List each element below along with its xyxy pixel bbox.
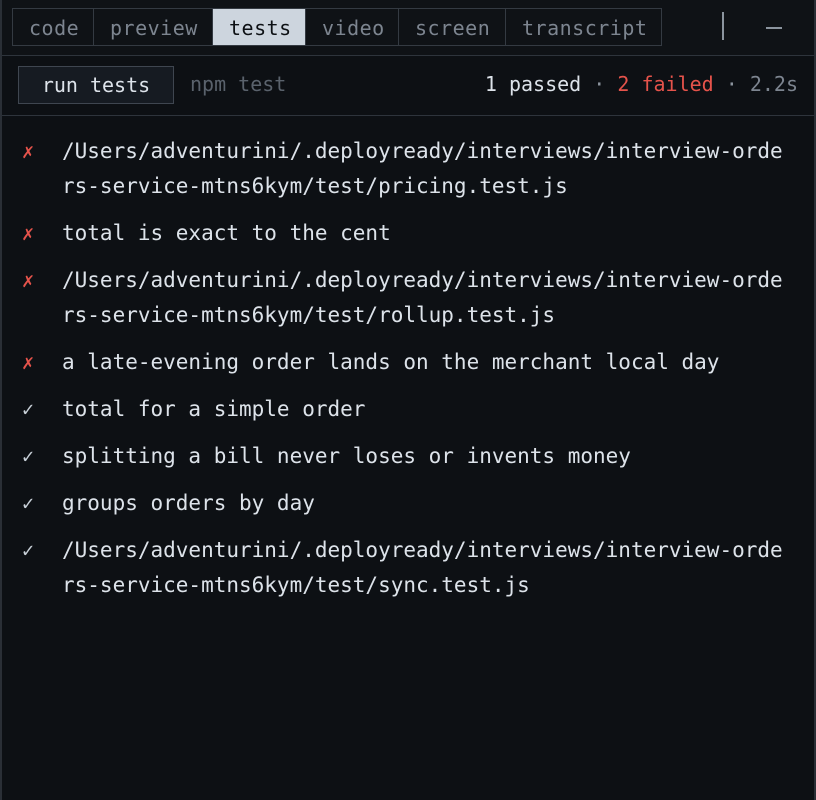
test-duration: 2.2s (749, 72, 798, 96)
tab-preview[interactable]: preview (94, 9, 213, 45)
tab-screen[interactable]: screen (399, 9, 506, 45)
pass-icon: ✓ (22, 538, 35, 562)
divider-icon (722, 12, 724, 40)
tab-group: code preview tests video screen transcri… (12, 8, 662, 46)
test-result-row: ✓ /Users/adventurini/.deployready/interv… (2, 527, 814, 609)
tab-transcript[interactable]: transcript (506, 9, 661, 45)
test-result-row: ✓ splitting a bill never loses or invent… (2, 433, 814, 480)
test-result-row: ✗ total is exact to the cent (2, 210, 814, 257)
test-result-row: ✗ /Users/adventurini/.deployready/interv… (2, 128, 814, 210)
summary-separator: · (725, 72, 738, 96)
minimize-icon[interactable] (766, 27, 782, 29)
test-result-text: a late-evening order lands on the mercha… (62, 350, 720, 374)
failed-count: 2 failed (617, 72, 714, 96)
pass-icon: ✓ (22, 397, 35, 421)
test-command: npm test (190, 72, 287, 96)
test-result-text: splitting a bill never loses or invents … (62, 444, 631, 468)
test-result-text: /Users/adventurini/.deployready/intervie… (62, 139, 783, 198)
test-result-row: ✓ groups orders by day (2, 480, 814, 527)
test-summary: 1 passed · 2 failed · 2.2s (485, 69, 798, 99)
fail-icon: ✗ (22, 221, 35, 245)
pass-icon: ✓ (22, 444, 35, 468)
run-tests-button[interactable]: run tests (18, 66, 174, 104)
tab-video[interactable]: video (306, 9, 399, 45)
test-result-text: groups orders by day (62, 491, 315, 515)
test-result-text: total for a simple order (62, 397, 366, 421)
tab-code[interactable]: code (13, 9, 94, 45)
test-result-row: ✓ total for a simple order (2, 386, 814, 433)
pass-icon: ✓ (22, 491, 35, 515)
fail-icon: ✗ (22, 350, 35, 374)
fail-icon: ✗ (22, 268, 35, 292)
tab-bar: code preview tests video screen transcri… (2, 0, 814, 56)
test-result-text: /Users/adventurini/.deployready/intervie… (62, 538, 783, 597)
fail-icon: ✗ (22, 139, 35, 163)
tab-tests[interactable]: tests (213, 9, 306, 45)
test-result-row: ✗ /Users/adventurini/.deployready/interv… (2, 257, 814, 339)
passed-count: 1 passed (484, 72, 582, 96)
test-results-list: ✗ /Users/adventurini/.deployready/interv… (2, 116, 814, 609)
test-result-text: /Users/adventurini/.deployready/intervie… (62, 268, 783, 327)
test-result-text: total is exact to the cent (62, 221, 391, 245)
test-result-row: ✗ a late-evening order lands on the merc… (2, 339, 814, 386)
test-toolbar: run tests npm test 1 passed · 2 failed ·… (2, 56, 814, 116)
summary-separator: · (593, 72, 606, 96)
